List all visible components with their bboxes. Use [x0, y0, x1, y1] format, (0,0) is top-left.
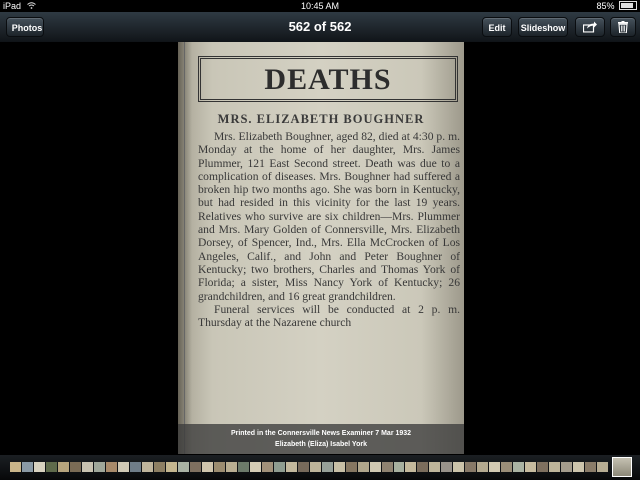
- clock: 10:45 AM: [300, 1, 340, 11]
- photo-thumbnail[interactable]: [309, 462, 321, 472]
- photo-thumbnail[interactable]: [537, 462, 549, 472]
- photo-thumbnail[interactable]: [597, 462, 609, 472]
- photo-thumbnail[interactable]: [105, 462, 117, 472]
- photo-thumbnail[interactable]: [21, 462, 33, 472]
- photo-thumbnail[interactable]: [153, 462, 165, 472]
- share-button[interactable]: [575, 17, 605, 37]
- caption-line-2: Elizabeth (Eliza) Isabel York: [275, 441, 367, 448]
- slideshow-button[interactable]: Slideshow: [518, 17, 568, 37]
- photo-thumbnail[interactable]: [141, 462, 153, 472]
- photo-thumbnail[interactable]: [429, 462, 441, 472]
- photo-thumbnail[interactable]: [465, 462, 477, 472]
- battery-percent: 85%: [596, 1, 615, 11]
- photo-thumbnail[interactable]: [501, 462, 513, 472]
- photo-thumbnail[interactable]: [345, 462, 357, 472]
- photo-thumbnail[interactable]: [573, 462, 585, 472]
- photo-thumbnail[interactable]: [117, 462, 129, 472]
- photo-thumbnail[interactable]: [525, 462, 537, 472]
- photo-thumbnail[interactable]: [93, 462, 105, 472]
- photo-thumbnail[interactable]: [177, 462, 189, 472]
- obituary-text: Mrs. Elizabeth Boughner, aged 82, died a…: [198, 130, 460, 329]
- photo-thumbnail[interactable]: [321, 462, 333, 472]
- battery-icon: [619, 1, 637, 11]
- thumbnail-list[interactable]: [10, 462, 609, 472]
- photo-thumbnail[interactable]: [297, 462, 309, 472]
- photo-thumbnail[interactable]: [10, 462, 21, 472]
- photo-thumbnail[interactable]: [237, 462, 249, 472]
- edit-button[interactable]: Edit: [482, 17, 512, 37]
- photo-thumbnail[interactable]: [333, 462, 345, 472]
- navigation-bar: Photos 562 of 562 Edit Slideshow: [0, 12, 640, 43]
- photo-thumbnail[interactable]: [201, 462, 213, 472]
- photo-thumbnail[interactable]: [225, 462, 237, 472]
- current-photo-thumbnail[interactable]: [612, 457, 632, 477]
- photo-thumbnail[interactable]: [393, 462, 405, 472]
- photo-thumbnail[interactable]: [513, 462, 525, 472]
- photo-thumbnail[interactable]: [273, 462, 285, 472]
- photo-thumbnail[interactable]: [81, 462, 93, 472]
- photo-thumbnail[interactable]: [57, 462, 69, 472]
- photo-thumbnail[interactable]: [489, 462, 501, 472]
- trash-button[interactable]: [610, 17, 636, 37]
- photo-thumbnail[interactable]: [249, 462, 261, 472]
- column-rule: [184, 42, 185, 454]
- photo-thumbnail[interactable]: [453, 462, 465, 472]
- obituary-paragraph: Mrs. Elizabeth Boughner, aged 82, died a…: [198, 130, 460, 303]
- share-icon: [583, 21, 597, 33]
- photo-thumbnail[interactable]: [549, 462, 561, 472]
- photo-thumbnail[interactable]: [33, 462, 45, 472]
- newspaper-clipping-photo[interactable]: DEATHS MRS. ELIZABETH BOUGHNER Mrs. Eliz…: [178, 42, 464, 454]
- battery-indicator: 85%: [596, 0, 637, 12]
- photo-thumbnail[interactable]: [357, 462, 369, 472]
- thumbnail-strip[interactable]: [0, 455, 640, 480]
- photo-thumbnail[interactable]: [441, 462, 453, 472]
- trash-icon: [618, 21, 628, 33]
- photo-thumbnail[interactable]: [381, 462, 393, 472]
- headline: DEATHS: [198, 56, 458, 102]
- photo-thumbnail[interactable]: [129, 462, 141, 472]
- photo-thumbnail[interactable]: [261, 462, 273, 472]
- photo-caption: Printed in the Connersville News Examine…: [178, 424, 464, 454]
- photo-thumbnail[interactable]: [189, 462, 201, 472]
- photo-thumbnail[interactable]: [585, 462, 597, 472]
- photo-thumbnail[interactable]: [477, 462, 489, 472]
- photo-thumbnail[interactable]: [369, 462, 381, 472]
- photo-thumbnail[interactable]: [165, 462, 177, 472]
- photo-thumbnail[interactable]: [405, 462, 417, 472]
- photo-thumbnail[interactable]: [417, 462, 429, 472]
- photo-thumbnail[interactable]: [561, 462, 573, 472]
- status-bar: iPad 10:45 AM 85%: [0, 0, 640, 12]
- obituary-subhead: MRS. ELIZABETH BOUGHNER: [217, 112, 425, 126]
- caption-line-1: Printed in the Connersville News Examine…: [230, 430, 412, 437]
- photo-thumbnail[interactable]: [285, 462, 297, 472]
- photo-thumbnail[interactable]: [45, 462, 57, 472]
- photo-thumbnail[interactable]: [213, 462, 225, 472]
- obituary-paragraph: Funeral services will be conducted at 2 …: [198, 302, 460, 330]
- photo-thumbnail[interactable]: [69, 462, 81, 472]
